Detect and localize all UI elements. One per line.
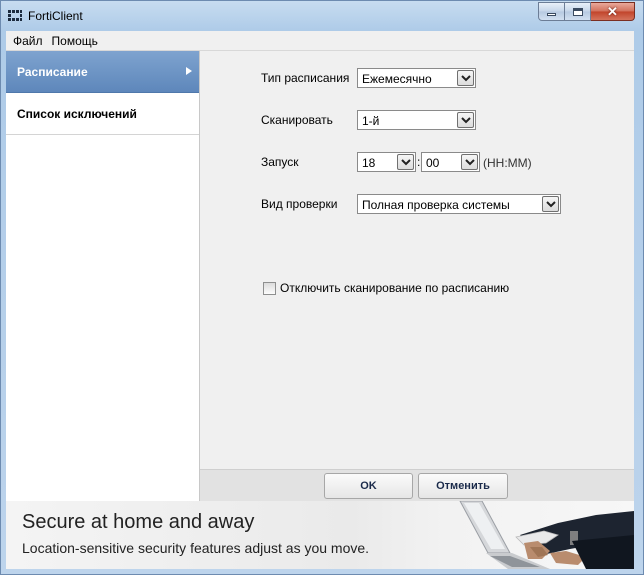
schedule-settings-panel: Тип расписания Ежемесячно Сканировать 1-… bbox=[200, 51, 634, 469]
time-format-hint: (HH:MM) bbox=[483, 156, 532, 170]
banner-title: Secure at home and away bbox=[22, 511, 255, 533]
chevron-right-icon bbox=[186, 67, 192, 75]
sidebar-item-label: Расписание bbox=[17, 64, 88, 79]
schedule-type-value: Ежемесячно bbox=[362, 72, 432, 86]
chevron-down-icon[interactable] bbox=[461, 154, 478, 170]
start-hour-value: 18 bbox=[362, 156, 376, 170]
start-label: Запуск bbox=[261, 155, 299, 169]
disable-schedule-label[interactable]: Отключить сканирование по расписанию bbox=[280, 281, 509, 295]
chevron-down-icon[interactable] bbox=[542, 196, 559, 212]
schedule-type-label: Тип расписания bbox=[261, 71, 350, 85]
caption-buttons: ✕ bbox=[538, 2, 635, 21]
scan-day-value: 1-й bbox=[362, 114, 380, 128]
sidebar-item-exclusions[interactable]: Список исключений bbox=[6, 93, 199, 135]
maximize-button[interactable] bbox=[565, 2, 591, 21]
disable-schedule-row: Отключить сканирование по расписанию bbox=[263, 281, 509, 295]
app-window: FortiClient ✕ Файл Помощь Расписание Спи… bbox=[0, 0, 644, 575]
cancel-button[interactable]: Отменить bbox=[418, 473, 508, 499]
maximize-icon bbox=[572, 7, 583, 16]
menu-file[interactable]: Файл bbox=[6, 34, 50, 48]
time-separator: : bbox=[417, 155, 421, 169]
scan-type-label: Вид проверки bbox=[261, 197, 338, 211]
sidebar-item-schedule[interactable]: Расписание bbox=[6, 51, 199, 93]
sidebar: Расписание Список исключений bbox=[6, 51, 200, 501]
minimize-button[interactable] bbox=[538, 2, 565, 21]
scan-type-select[interactable]: Полная проверка системы bbox=[357, 194, 561, 214]
chevron-down-icon[interactable] bbox=[457, 70, 474, 86]
start-minute-select[interactable]: 00 bbox=[421, 152, 480, 172]
chevron-down-icon[interactable] bbox=[457, 112, 474, 128]
start-minute-value: 00 bbox=[426, 156, 440, 170]
sidebar-item-label: Список исключений bbox=[17, 106, 137, 121]
menu-help[interactable]: Помощь bbox=[50, 34, 105, 48]
schedule-type-row: Тип расписания bbox=[261, 67, 349, 89]
promo-banner: Secure at home and away Location-sensiti… bbox=[6, 501, 634, 569]
scan-type-row: Вид проверки bbox=[261, 193, 337, 215]
dialog-button-bar: OK Отменить bbox=[200, 469, 634, 501]
chevron-down-icon[interactable] bbox=[397, 154, 414, 170]
window-title: FortiClient bbox=[28, 9, 83, 23]
minimize-icon bbox=[547, 13, 556, 16]
laptop-user-image bbox=[459, 501, 634, 569]
scan-type-value: Полная проверка системы bbox=[362, 198, 510, 212]
scan-row: Сканировать bbox=[261, 109, 333, 131]
start-row: Запуск bbox=[261, 151, 299, 173]
title-bar[interactable]: FortiClient ✕ bbox=[1, 1, 643, 31]
ok-button[interactable]: OK bbox=[324, 473, 413, 499]
scan-label: Сканировать bbox=[261, 113, 333, 127]
close-button[interactable]: ✕ bbox=[591, 2, 635, 21]
start-hour-select[interactable]: 18 bbox=[357, 152, 416, 172]
disable-schedule-checkbox[interactable] bbox=[263, 281, 276, 295]
forticlient-logo-icon bbox=[8, 10, 22, 21]
menu-bar: Файл Помощь bbox=[6, 31, 634, 51]
banner-subtitle: Location-sensitive security features adj… bbox=[22, 540, 370, 556]
close-icon: ✕ bbox=[607, 4, 618, 19]
schedule-type-select[interactable]: Ежемесячно bbox=[357, 68, 476, 88]
scan-day-select[interactable]: 1-й bbox=[357, 110, 476, 130]
